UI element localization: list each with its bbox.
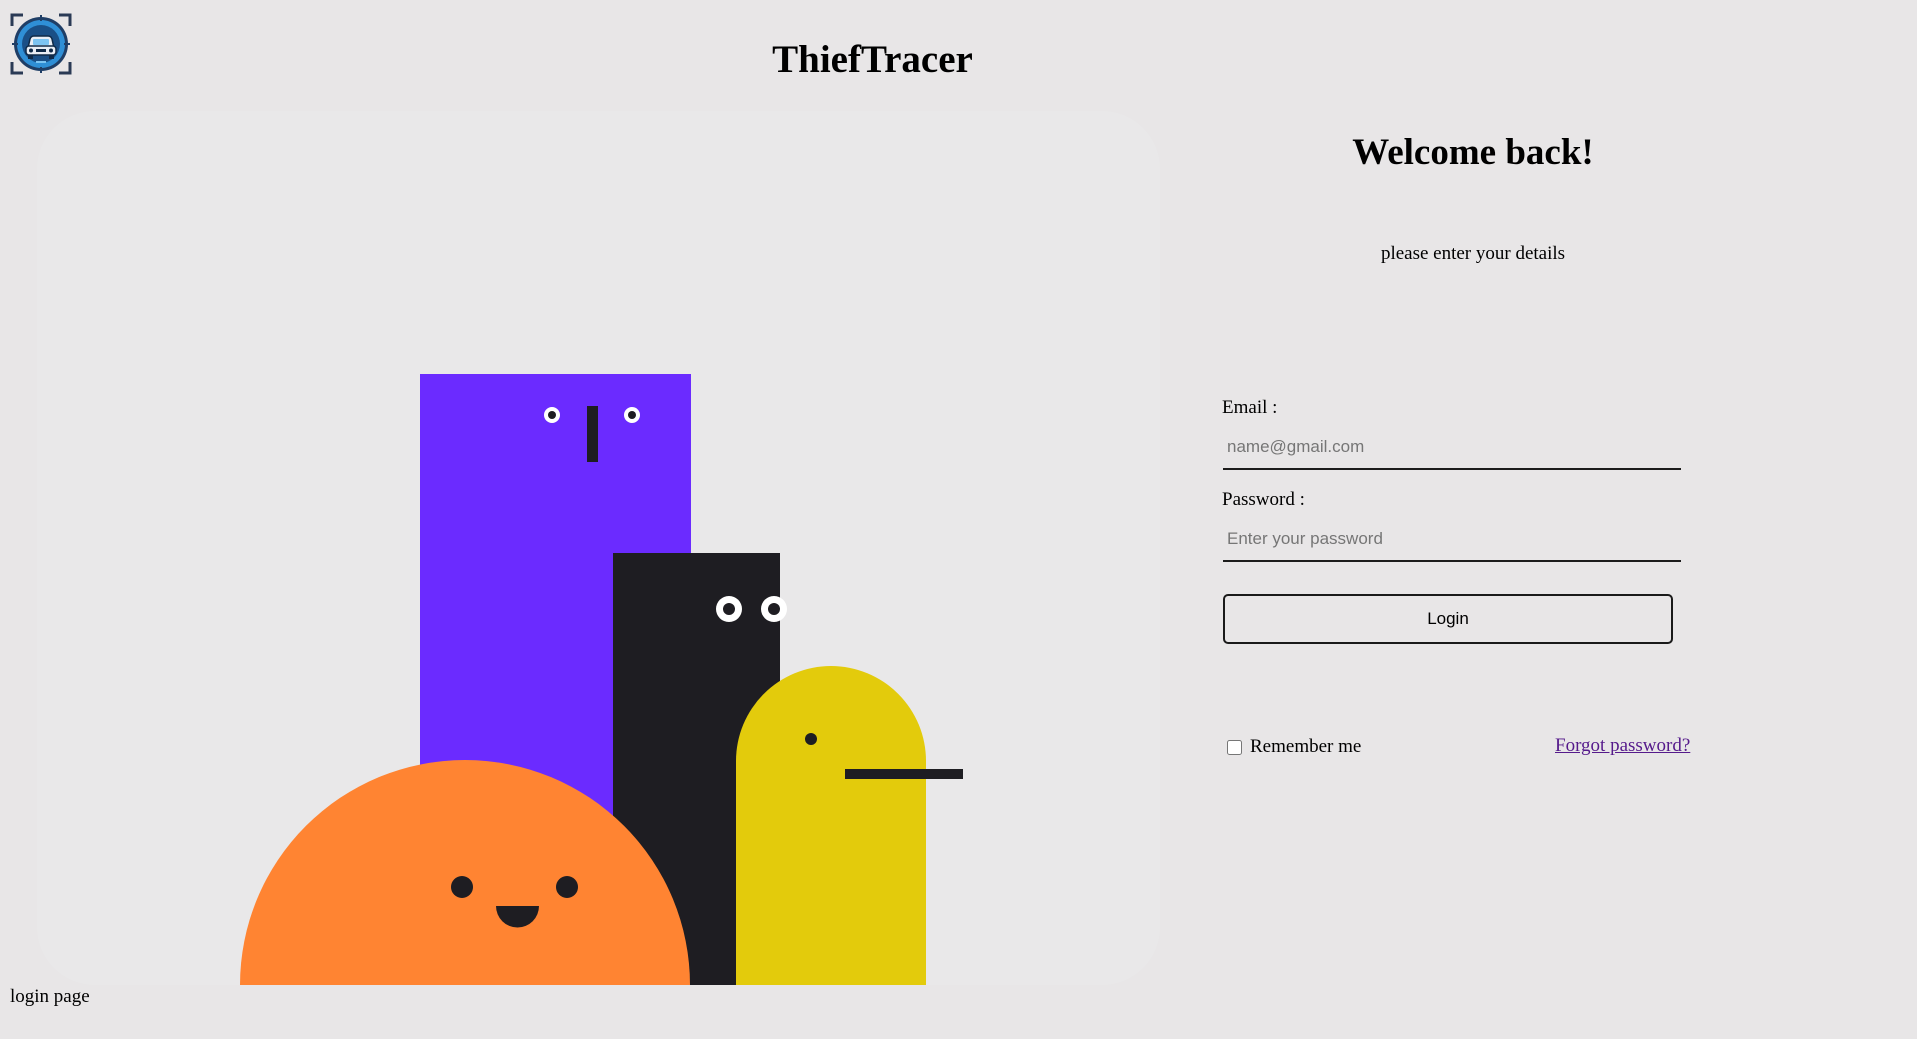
password-field[interactable] xyxy=(1223,518,1681,562)
remember-me-label: Remember me xyxy=(1250,736,1362,757)
yellow-character xyxy=(736,666,926,985)
email-label: Email : xyxy=(1222,397,1278,418)
app-title: ThiefTracer xyxy=(772,38,973,81)
illustration-card xyxy=(37,111,1160,985)
login-page: ThiefTracer login page Welcome back! ple… xyxy=(0,0,1917,1039)
email-field[interactable] xyxy=(1223,426,1681,470)
remember-me: Remember me xyxy=(1227,735,1361,759)
form-subtitle: please enter your details xyxy=(1380,243,1566,264)
welcome-heading: Welcome back! xyxy=(1352,132,1594,173)
remember-me-checkbox[interactable] xyxy=(1227,739,1242,755)
characters-illustration xyxy=(240,374,963,985)
footer-label: login page xyxy=(10,986,90,1007)
login-button[interactable]: Login xyxy=(1223,594,1673,644)
password-label: Password : xyxy=(1222,489,1305,510)
forgot-password-link[interactable]: Forgot password? xyxy=(1555,734,1690,758)
